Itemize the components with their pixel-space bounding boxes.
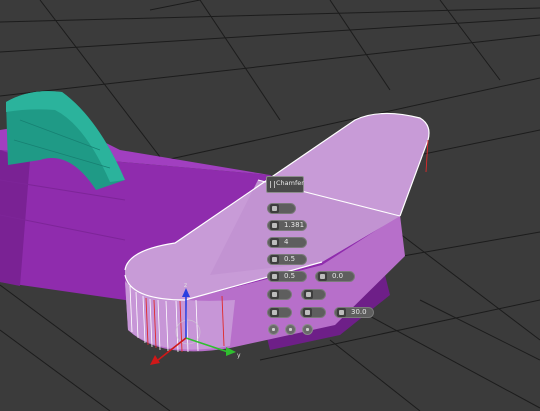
edge-chamfer-amount-value: 1.381 (284, 221, 305, 229)
drag-grip-icon[interactable] (270, 181, 275, 188)
chamfer-caddy-title-box[interactable]: Chamfer (266, 176, 304, 193)
smooth-to-toggle[interactable] (300, 307, 326, 318)
chamfer-type-icon (270, 204, 279, 213)
smooth-threshold-field[interactable]: 30.0 (334, 307, 374, 318)
smooth-icon (270, 308, 279, 317)
tension-value: 0.5 (284, 255, 296, 263)
gizmo-y-arrow[interactable] (226, 347, 236, 356)
smooth-toggle[interactable] (267, 307, 292, 318)
open-chamfer-toggle[interactable] (267, 289, 292, 300)
depth-field[interactable]: 0.5 (267, 271, 307, 282)
cancel-button[interactable] (302, 324, 313, 335)
connect-edge-segments-field[interactable]: 4 (267, 237, 307, 248)
tension-field[interactable]: 0.5 (267, 254, 307, 265)
gizmo-z-label: z (184, 282, 187, 289)
ok-button[interactable] (268, 324, 279, 335)
width-value: 0.0 (332, 272, 344, 280)
apply-continue-button[interactable] (285, 324, 296, 335)
connect-edge-segments-value: 4 (284, 238, 289, 246)
chamfer-caddy-title: Chamfer (276, 179, 304, 187)
smooth-threshold-icon (337, 308, 346, 317)
smooth-threshold-value: 30.0 (351, 308, 367, 316)
gizmo-y-label: y (237, 352, 241, 359)
edge-chamfer-amount-field[interactable]: 1.381 (267, 220, 307, 231)
width-field[interactable]: 0.0 (315, 271, 355, 282)
depth-value: 0.5 (284, 272, 296, 280)
depth-icon (270, 272, 279, 281)
invert-open-toggle[interactable] (301, 289, 326, 300)
segments-icon (270, 238, 279, 247)
invert-open-icon (304, 290, 313, 299)
smooth-to-icon (303, 308, 312, 317)
chamfer-type-dropdown[interactable] (267, 203, 296, 214)
tension-icon (270, 255, 279, 264)
amount-icon (270, 221, 279, 230)
width-icon (318, 272, 327, 281)
3d-viewport[interactable]: z y Chamfer 1.381 4 0.5 0.5 0.0 30.0 (0, 0, 540, 411)
open-chamfer-icon (270, 290, 279, 299)
